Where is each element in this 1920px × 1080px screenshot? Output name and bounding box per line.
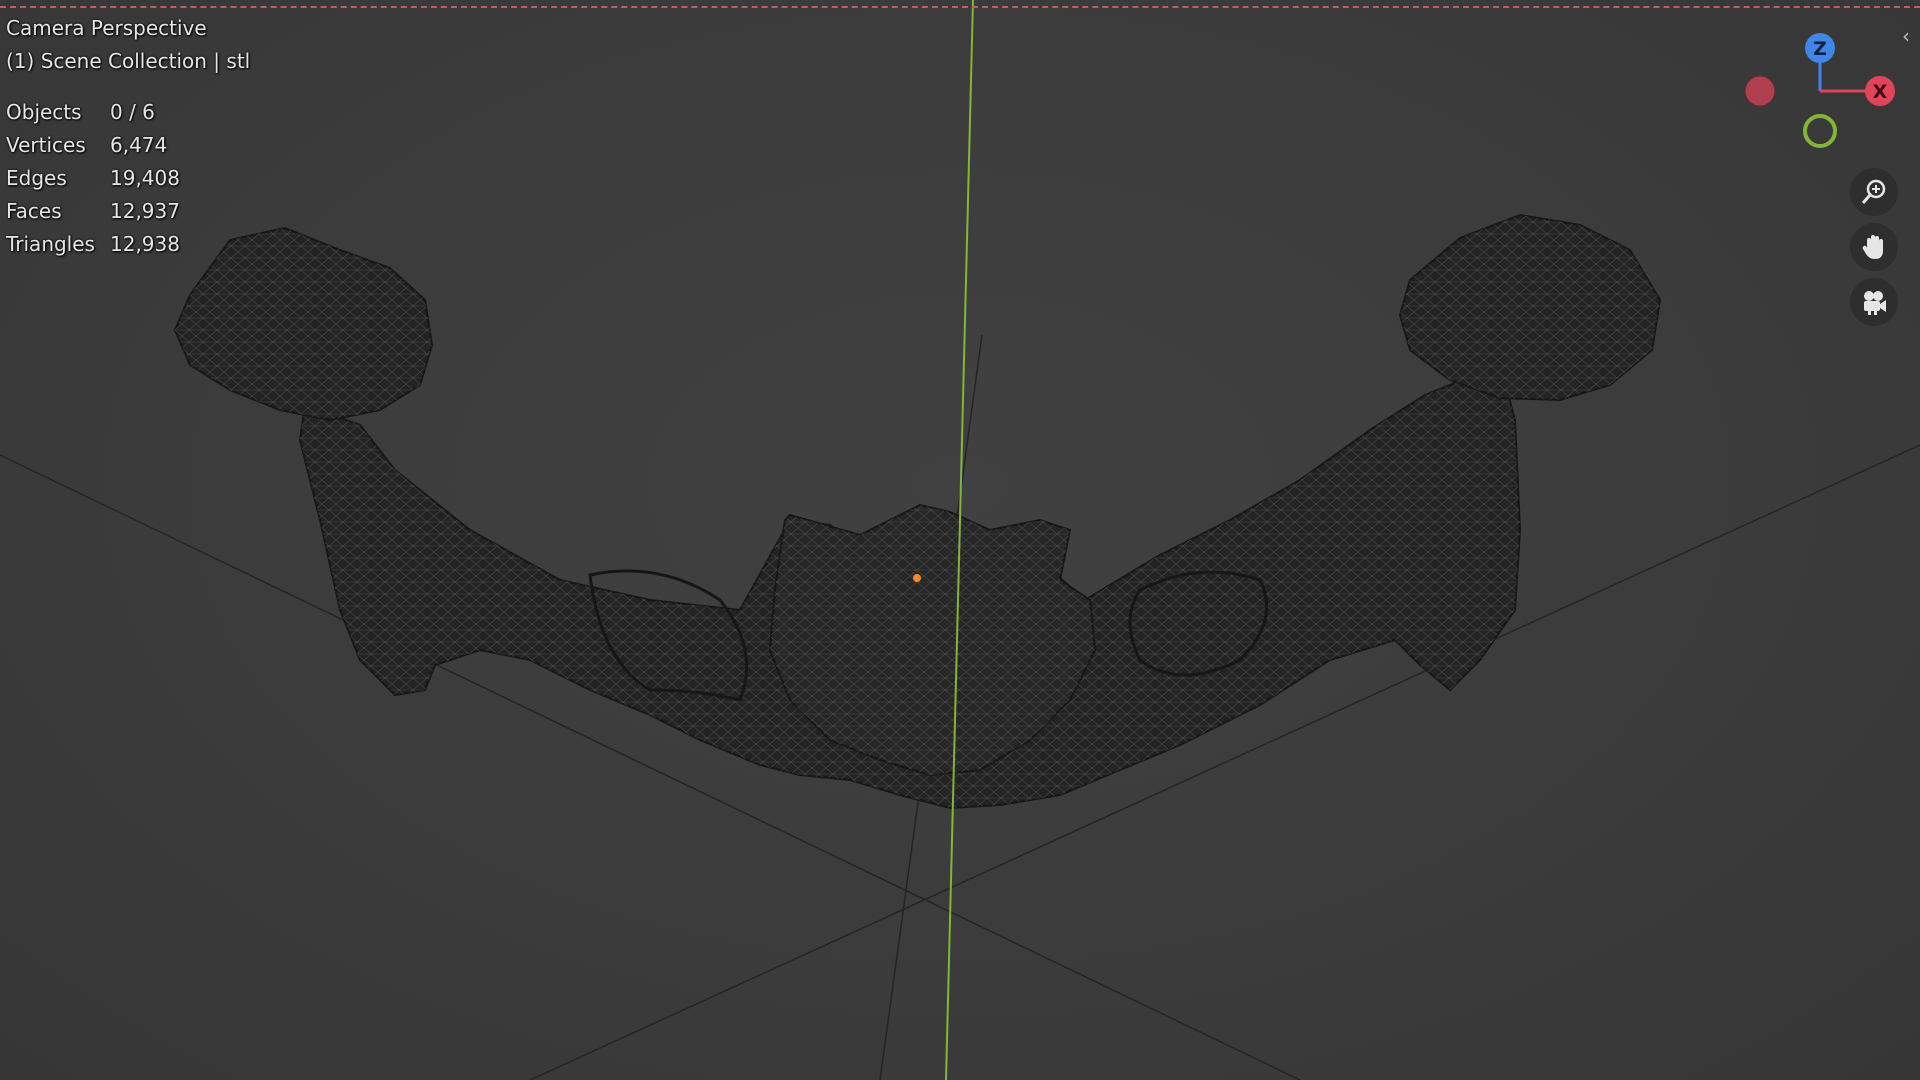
zoom-button[interactable] [1850,168,1898,216]
camera-frame-border [0,6,1920,8]
stat-value: 6,474 [110,133,168,157]
hand-icon [1862,235,1883,259]
gizmo-y-handle[interactable] [1803,114,1837,148]
stat-value: 19,408 [110,166,180,190]
scene-canvas[interactable] [0,0,1920,1080]
3d-viewport[interactable]: Camera Perspective (1) Scene Collection … [0,0,1920,1080]
viewport-title: Camera Perspective [6,16,207,40]
stat-label: Objects [6,100,82,124]
gizmo-z-label: Z [1813,38,1827,60]
origin-point [913,574,921,582]
camera-icon [1864,291,1886,315]
zoom-in-icon [1861,179,1886,204]
chevron-left-icon[interactable]: ‹ [1902,26,1916,46]
mesh-object[interactable] [173,213,1662,810]
stat-label: Triangles [6,232,95,256]
mesh-rose-left-detail [175,228,432,420]
navigation-gizmo[interactable]: Z X [1730,28,1910,158]
stat-label: Faces [6,199,62,223]
pan-button[interactable] [1850,223,1898,271]
stat-value: 12,937 [110,199,180,223]
camera-view-button[interactable] [1850,278,1898,326]
stat-label: Vertices [6,133,86,157]
gizmo-x-label: X [1873,81,1888,103]
gizmo-neg-x-handle[interactable] [1744,75,1776,107]
stat-label: Edges [6,166,67,190]
collection-label: (1) Scene Collection | stl [6,49,251,73]
stat-value: 0 / 6 [110,100,155,124]
stat-value: 12,938 [110,232,180,256]
